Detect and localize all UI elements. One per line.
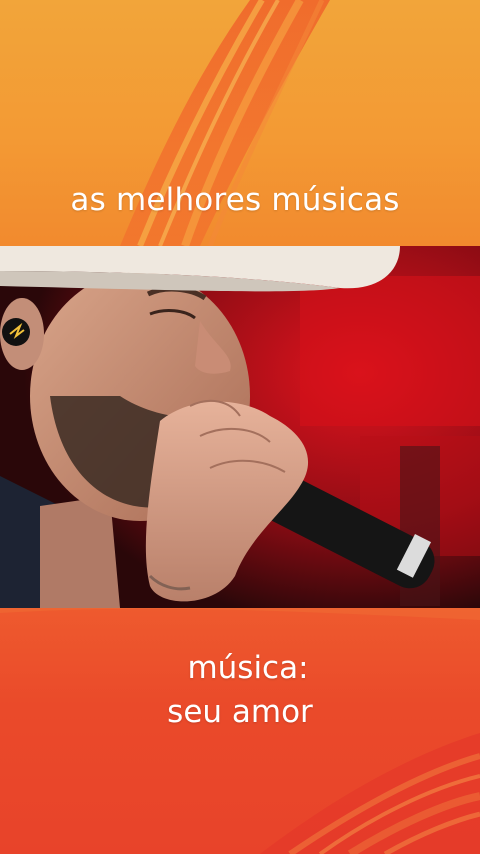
top-banner: as melhores músicas xyxy=(0,0,480,246)
video-frame: as melhores músicas música: seu amor xyxy=(0,0,480,854)
bottom-banner: música: seu amor xyxy=(0,608,480,854)
song-label: música: xyxy=(187,650,309,686)
headline-text: as melhores músicas xyxy=(70,182,400,218)
song-info: música: seu amor xyxy=(0,646,480,734)
singer-photo xyxy=(0,246,480,608)
song-title: seu amor xyxy=(167,694,313,730)
